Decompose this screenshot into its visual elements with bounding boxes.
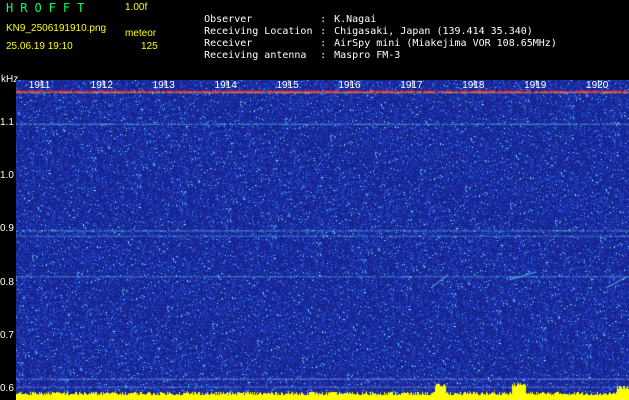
y-tick-label: 0.6: [0, 383, 14, 395]
y-tick-label: 0.9: [0, 223, 14, 235]
meteor-count: 125: [141, 41, 158, 52]
x-tick-label: 1911: [28, 80, 51, 91]
info-separator: :: [320, 50, 327, 61]
info-value: Maspro FM-3: [334, 50, 401, 61]
datetime-label: 25.06.19 19:10: [6, 41, 73, 52]
x-tick-label: 1915: [276, 80, 299, 91]
app-title: HROFFT: [6, 1, 92, 15]
x-tick-label: 1917: [400, 80, 423, 91]
version-label: 1.00f: [125, 2, 148, 13]
x-tick-label: 1912: [90, 80, 113, 91]
x-tick-label: 1916: [338, 80, 361, 91]
x-tick-label: 1913: [152, 80, 175, 91]
info-key: Receiving antenna: [204, 50, 307, 61]
y-tick-label: 0.8: [0, 276, 14, 288]
spectrogram-canvas: [16, 80, 629, 400]
x-tick-label: 1918: [462, 80, 485, 91]
x-tick-label: 1920: [586, 80, 609, 91]
x-tick-label: 1919: [524, 80, 547, 91]
y-tick-label: 1.1: [0, 116, 14, 128]
meteor-label: meteor: [125, 28, 157, 39]
info-row-antenna: Receiving antenna: Maspro FM-3: [180, 39, 400, 72]
y-tick-label: 0.7: [0, 330, 14, 341]
y-tick-label: 1.0: [0, 170, 14, 181]
spectrogram: [16, 80, 629, 400]
header: HROFFT 1.00f KN9_2506191910.png meteor 2…: [0, 0, 629, 80]
filename-label: KN9_2506191910.png: [6, 23, 107, 34]
x-tick-label: 1914: [214, 80, 237, 91]
